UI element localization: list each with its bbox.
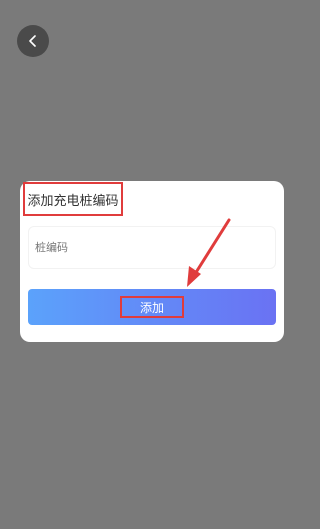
add-button[interactable]: 添加 xyxy=(28,289,276,325)
charger-code-field[interactable] xyxy=(28,226,276,269)
add-button-label: 添加 xyxy=(120,296,184,318)
charger-code-input[interactable] xyxy=(29,227,275,268)
dialog-title: 添加充电桩编码 xyxy=(23,182,123,216)
screen: 添加充电桩编码 添加 xyxy=(0,0,300,529)
back-button[interactable] xyxy=(17,25,49,57)
chevron-left-icon xyxy=(29,35,36,47)
add-charger-dialog: 添加充电桩编码 添加 xyxy=(20,181,284,342)
